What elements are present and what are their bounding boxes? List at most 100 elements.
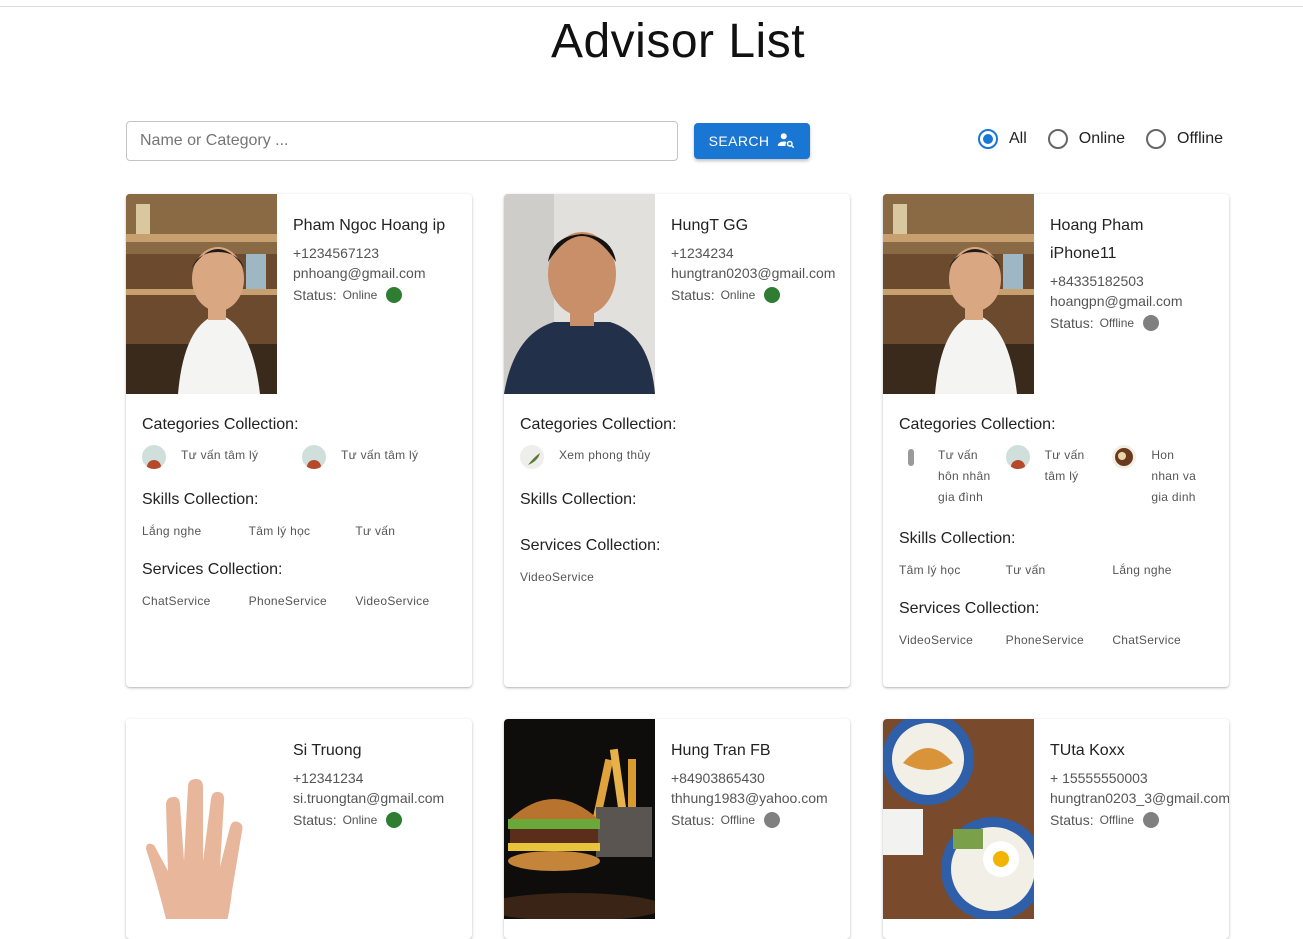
category-item[interactable]: Tư vấn hôn nhân gia đình: [899, 445, 1006, 508]
advisor-card[interactable]: Hoang Pham iPhone11 +84335182503 hoangpn…: [883, 194, 1229, 687]
category-item[interactable]: Tư vấn tâm lý: [142, 445, 302, 469]
category-item[interactable]: Tư vấn tâm lý: [302, 445, 462, 469]
service-chip: VideoService: [899, 633, 974, 647]
advisor-name: Si Truong: [293, 742, 362, 759]
skill-chip: Tâm lý học: [248, 524, 311, 538]
status-label: Status:: [293, 812, 337, 828]
category-avatar: [1005, 445, 1030, 469]
advisor-card[interactable]: HungT GG +1234234 hungtran0203@gmail.com…: [504, 194, 850, 687]
filter-all-label: All: [1009, 130, 1027, 147]
advisor-card[interactable]: Pham Ngoc Hoang ip +1234567123 pnhoang@g…: [126, 194, 472, 687]
categories-heading: Categories Collection:: [899, 416, 1056, 433]
radio-offline-icon[interactable]: [1146, 129, 1167, 149]
service-chip: VideoService: [355, 594, 430, 608]
skill-chip: Lắng nghe: [1112, 563, 1172, 577]
advisor-phone: +84903865430: [671, 770, 765, 786]
status-value: Online: [342, 813, 378, 827]
advisor-phone: +1234567123: [293, 245, 380, 261]
advisor-email: thhung1983@yahoo.com: [671, 790, 828, 806]
category-item[interactable]: Tư vấn tâm lý: [1005, 445, 1113, 508]
status-value: Offline: [1099, 316, 1135, 330]
filter-offline-label: Offline: [1177, 130, 1223, 147]
category-avatar: [520, 445, 544, 469]
status-online-icon: [764, 287, 781, 303]
status-offline-icon: [764, 812, 781, 828]
advisor-name: Pham Ngoc Hoang ip: [293, 217, 446, 234]
skills-heading: Skills Collection:: [520, 491, 637, 508]
skills-heading: Skills Collection:: [142, 491, 259, 508]
status-filter: All Online Offline: [978, 129, 1244, 149]
advisor-email: hungtran0203@gmail.com: [671, 265, 836, 281]
search-button[interactable]: SEARCH: [694, 123, 810, 159]
status-label: Status:: [671, 287, 715, 303]
status-label: Status:: [1050, 812, 1094, 828]
filter-online[interactable]: Online: [1047, 129, 1125, 149]
category-avatar: [302, 445, 326, 469]
page-title: Advisor List: [550, 15, 806, 68]
status-label: Status:: [293, 287, 337, 303]
service-chip: PhoneService: [248, 594, 327, 608]
skills-heading: Skills Collection:: [899, 530, 1016, 547]
search-input[interactable]: [126, 121, 678, 161]
status-value: Online: [720, 288, 756, 302]
search-button-label: SEARCH: [708, 133, 770, 149]
advisor-card[interactable]: Si Truong +12341234 si.truongtan@gmail.c…: [126, 719, 472, 939]
status-label: Status:: [1050, 315, 1094, 331]
radio-online-icon[interactable]: [1047, 129, 1068, 149]
advisor-email: hoangpn@gmail.com: [1050, 293, 1183, 309]
advisor-photo: [883, 719, 1034, 919]
advisor-phone: +84335182503: [1050, 273, 1144, 289]
advisor-card[interactable]: TUta Koxx + 15555550003 hungtran0203_3@g…: [883, 719, 1229, 939]
advisor-name: Hoang Pham iPhone11: [1050, 217, 1144, 262]
category-label: Tư vấn tâm lý: [1044, 448, 1085, 483]
advisor-photo: [126, 194, 277, 394]
filter-all[interactable]: All: [978, 129, 1027, 149]
category-item[interactable]: Xem phong thủy: [520, 445, 685, 469]
categories-heading: Categories Collection:: [520, 416, 677, 433]
skill-chip: Tâm lý học: [899, 563, 961, 577]
service-chip: VideoService: [520, 570, 595, 584]
service-chip: PhoneService: [1005, 633, 1084, 647]
advisor-photo: [504, 194, 655, 394]
services-heading: Services Collection:: [142, 561, 283, 578]
category-label: Hon nhan va gia dinh: [1151, 448, 1197, 504]
status-value: Offline: [1099, 813, 1135, 827]
advisor-photo: [883, 194, 1034, 394]
status-label: Status:: [671, 812, 715, 828]
advisor-phone: +1234234: [671, 245, 734, 261]
status-offline-icon: [1143, 315, 1160, 331]
radio-all-icon[interactable]: [978, 129, 998, 149]
category-avatar: [142, 445, 166, 469]
advisor-name: TUta Koxx: [1050, 742, 1125, 759]
service-chip: ChatService: [1112, 633, 1182, 647]
advisor-photo: [504, 719, 655, 919]
service-chip: ChatService: [142, 594, 211, 608]
category-label: Tư vấn hôn nhân gia đình: [938, 448, 991, 504]
services-heading: Services Collection:: [899, 600, 1040, 617]
status-online-icon: [386, 287, 403, 303]
skill-chip: Tư vấn: [1005, 563, 1046, 577]
status-value: Online: [342, 288, 378, 302]
status-online-icon: [386, 812, 403, 828]
advisor-email: si.truongtan@gmail.com: [293, 790, 445, 806]
category-item[interactable]: Hon nhan va gia dinh: [1112, 445, 1219, 508]
advisor-phone: + 15555550003: [1050, 770, 1148, 786]
top-divider: [0, 6, 1303, 7]
category-avatar: [1112, 445, 1137, 469]
filter-offline[interactable]: Offline: [1146, 129, 1223, 149]
advisor-photo: [126, 719, 277, 919]
category-label: Xem phong thủy: [559, 448, 651, 462]
category-avatar: [899, 445, 923, 469]
skill-chip: Lắng nghe: [142, 524, 202, 538]
skill-chip: Tư vấn: [355, 524, 396, 538]
advisor-name: Hung Tran FB: [671, 742, 771, 759]
advisor-name: HungT GG: [671, 217, 749, 234]
person-search-icon: [777, 131, 795, 152]
services-heading: Services Collection:: [520, 537, 661, 554]
advisor-email: hungtran0203_3@gmail.com: [1050, 790, 1229, 806]
advisor-email: pnhoang@gmail.com: [293, 265, 426, 281]
status-offline-icon: [1143, 812, 1160, 828]
advisor-phone: +12341234: [293, 770, 364, 786]
category-label: Tư vấn tâm lý: [181, 448, 259, 462]
advisor-card[interactable]: Hung Tran FB +84903865430 thhung1983@yah…: [504, 719, 850, 939]
